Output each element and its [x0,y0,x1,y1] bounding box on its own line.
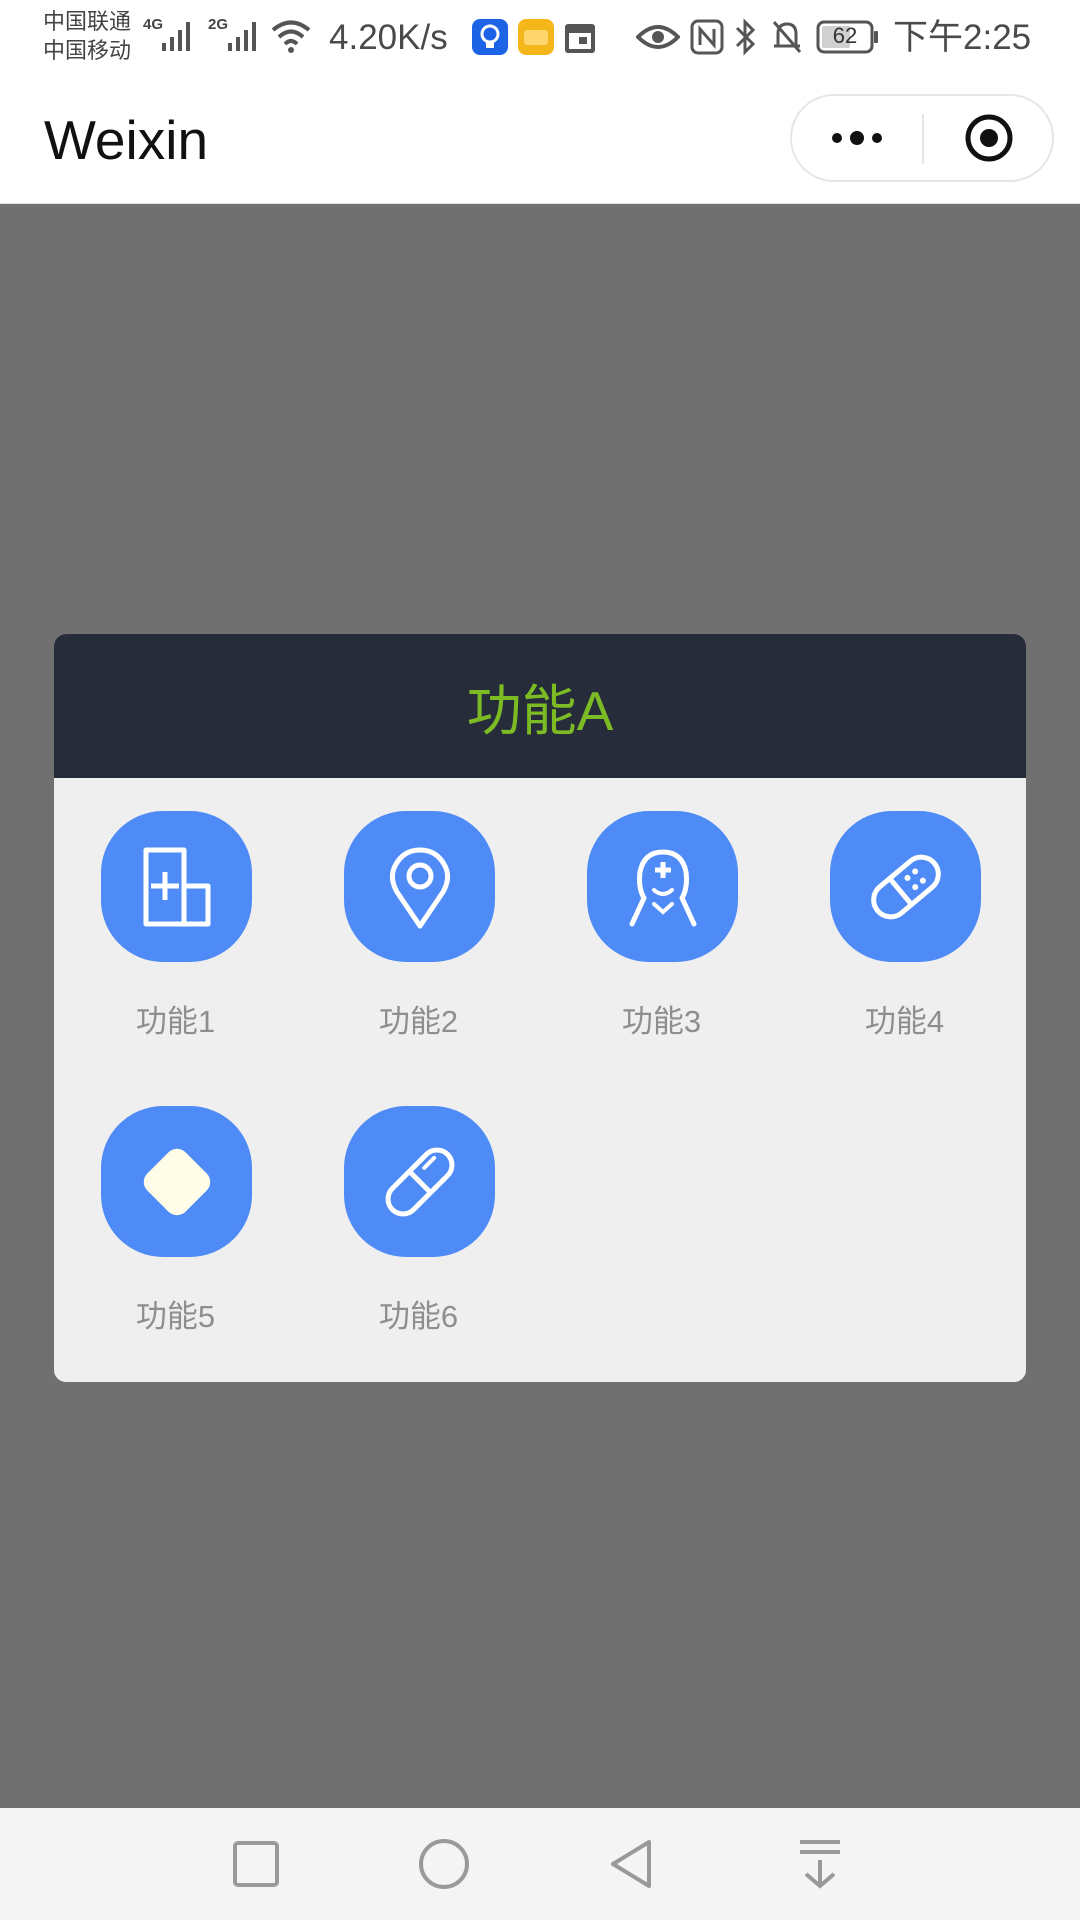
function-label: 功能6 [378,1299,459,1334]
doctor-face-icon [629,848,696,926]
carrier-2: 中国移动 [43,38,132,63]
function-item-2[interactable]: 功能2 [297,778,540,1073]
more-dots-icon [832,131,882,145]
wallet-app-icon [518,19,554,55]
calendar-icon [565,24,595,53]
wifi-icon [271,20,311,53]
function-label: 功能4 [864,1004,945,1039]
function-item-6[interactable]: 功能6 [297,1073,540,1368]
add-document-icon [143,847,210,926]
dialog-header: 功能A [54,634,1026,778]
notification-down-icon [800,1840,840,1889]
clock: 下午2:25 [893,18,1032,57]
signal-icon-2 [228,22,256,51]
function-tile[interactable] [344,1106,495,1257]
function-dialog: 功能A 功能1 功能2 功能3 功能4 功能5 功能6 [54,634,1026,1382]
page-title: Weixin [44,109,209,171]
function-tile[interactable] [830,811,981,962]
function-tile[interactable] [101,811,252,962]
function-item-3[interactable]: 功能3 [540,778,783,1073]
circle-home-icon [419,1839,469,1889]
back-button[interactable] [602,1834,662,1894]
function-item-1[interactable]: 功能1 [54,778,297,1073]
close-miniprogram-button[interactable] [924,96,1054,180]
function-label: 功能1 [135,1004,216,1039]
function-label: 功能5 [135,1299,216,1334]
signal-icon [162,22,190,51]
mute-bell-icon [772,21,802,53]
target-circle-icon [965,114,1013,162]
recent-apps-button[interactable] [226,1834,286,1894]
title-bar: Weixin [0,78,1080,204]
triangle-back-icon [611,1840,651,1888]
eye-icon [636,25,680,49]
nfc-icon [690,19,724,55]
function-item-5[interactable]: 功能5 [54,1073,297,1368]
function-tile[interactable] [344,811,495,962]
pill-icon [385,1147,454,1216]
battery-level: 62 [832,23,858,48]
bulb-app-icon [472,19,508,55]
carrier-names: 中国联通 中国移动 [43,7,131,65]
network-type-2: 2G [208,16,229,33]
diamond-icon [143,1148,210,1215]
carrier-1: 中国联通 [43,9,132,34]
menu-capsule [790,94,1054,182]
function-item-4[interactable]: 功能4 [783,778,1026,1073]
location-pin-icon [389,847,450,928]
status-bar: 中国联通 中国移动 4G 2G 4.20K/s 62 下午2:25 [0,0,1080,78]
bandage-icon [870,854,941,919]
function-label: 功能3 [621,1004,702,1039]
function-label: 功能2 [378,1004,459,1039]
battery-icon: 62 [816,20,880,54]
network-speed: 4.20K/s [329,18,448,57]
dialog-title: 功能A [466,680,614,742]
function-tile[interactable] [587,811,738,962]
notification-pull-button[interactable] [790,1834,850,1894]
more-button[interactable] [792,96,922,180]
bluetooth-icon [735,18,756,56]
function-tile[interactable] [101,1106,252,1257]
square-icon [233,1841,279,1887]
home-button[interactable] [414,1834,474,1894]
system-nav-bar [0,1808,1080,1920]
